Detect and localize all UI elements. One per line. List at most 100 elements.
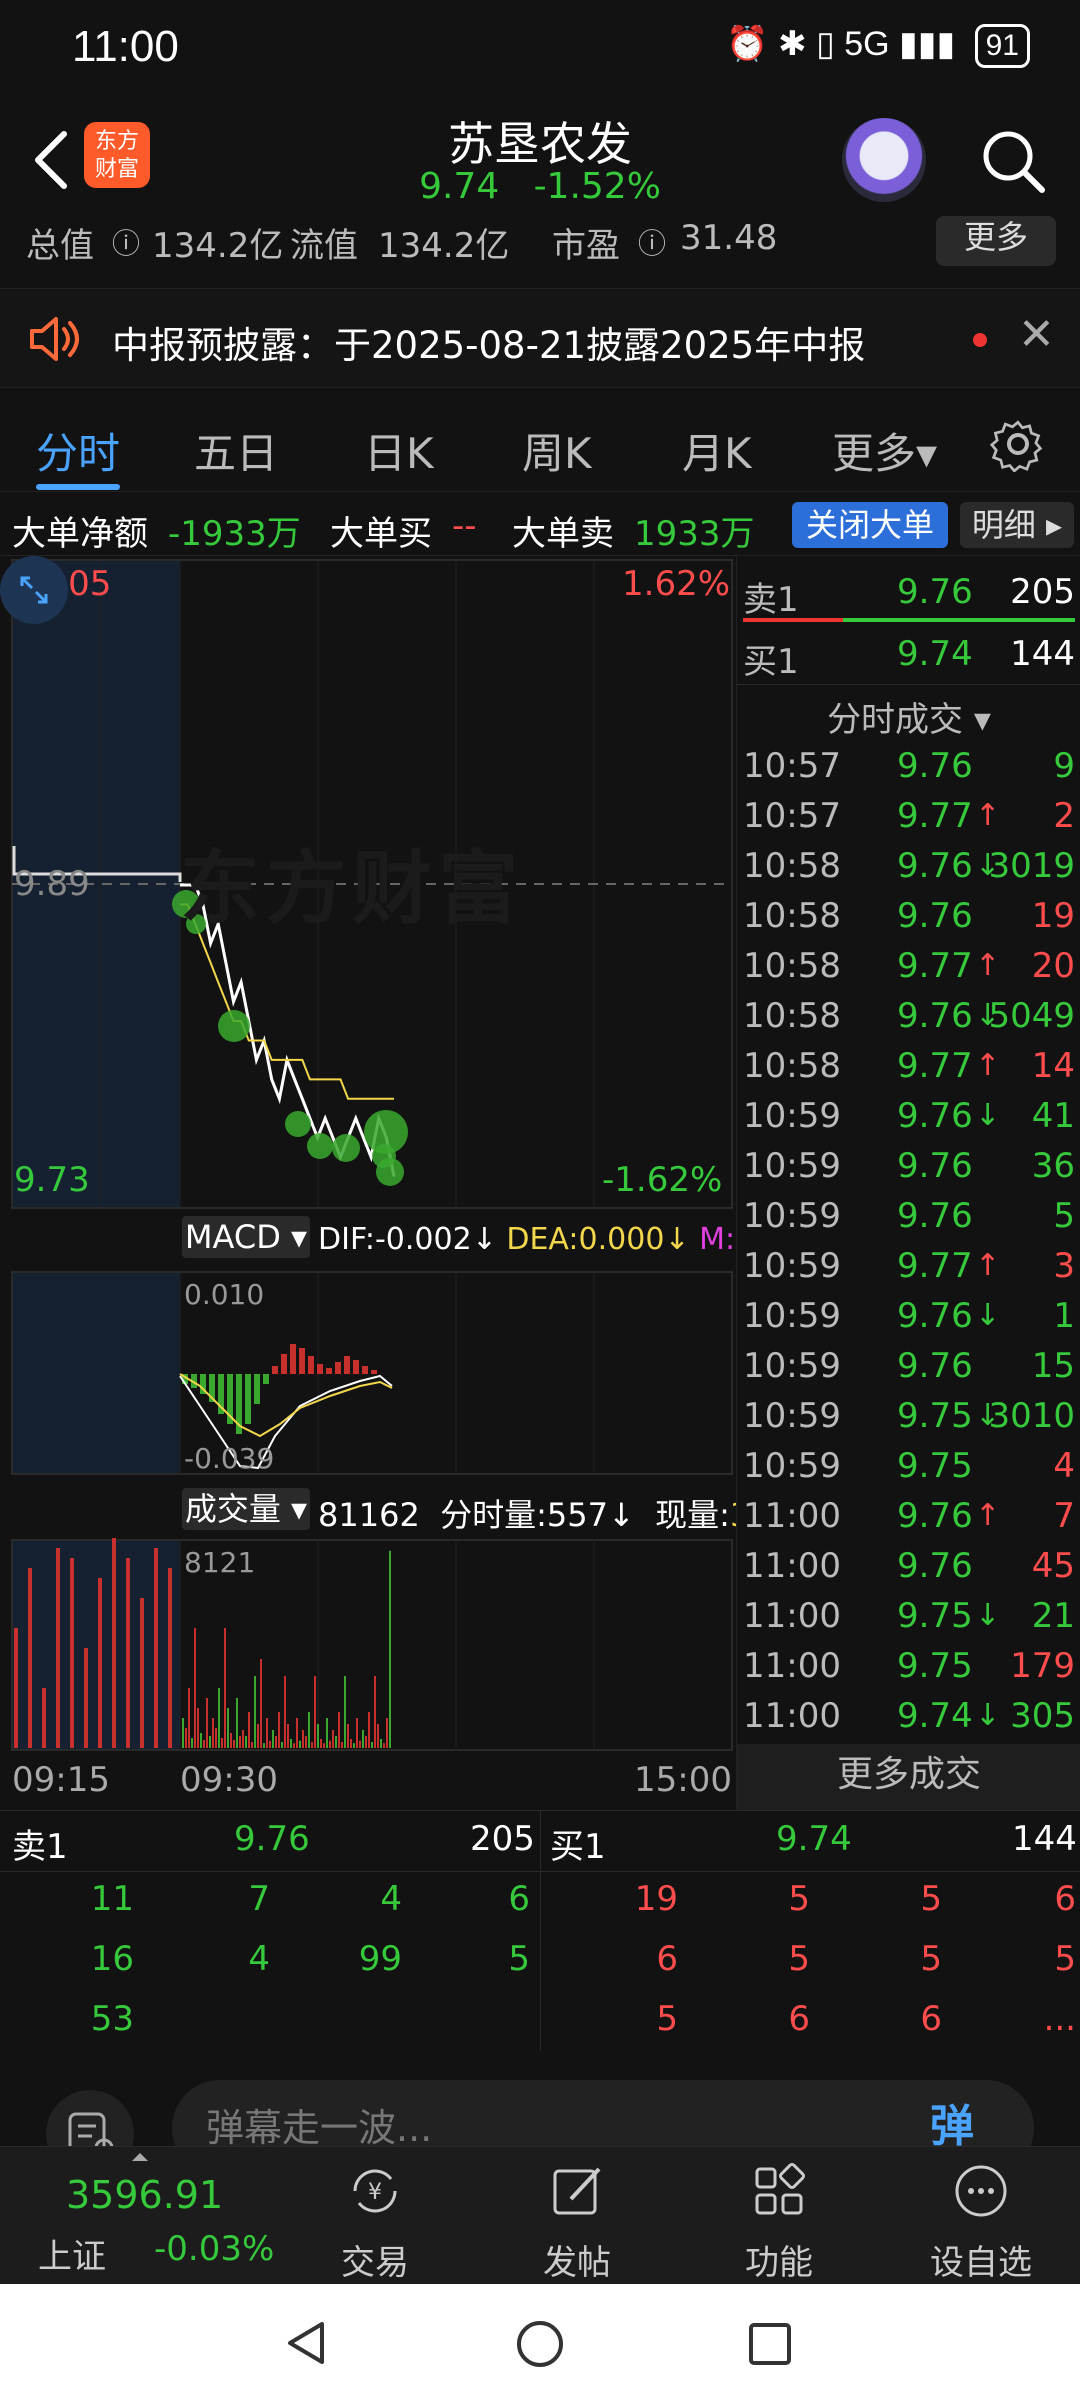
macd-indicator-select[interactable]: MACD ▾ xyxy=(182,1216,310,1258)
trade-price: 9.76 xyxy=(897,846,973,886)
tab-intraday[interactable]: 分时 xyxy=(36,420,120,481)
status-bar: 11:00 ⏰ ✱ ▯ 5G ▮▮▮ 91 xyxy=(0,0,1080,100)
price-low: 9.73 xyxy=(14,1160,90,1200)
queue-ask-cell: 16 xyxy=(90,1939,134,1979)
volume-bar xyxy=(260,1659,262,1748)
trade-price: 9.76 xyxy=(897,1196,973,1236)
svg-text:¥: ¥ xyxy=(368,2180,382,2205)
big-order-bubble xyxy=(285,1111,311,1137)
volume-bar xyxy=(245,1736,247,1748)
queue-bid-volume: 144 xyxy=(1012,1819,1077,1859)
settings-gear-icon[interactable] xyxy=(990,416,1046,472)
search-icon[interactable] xyxy=(978,126,1048,196)
trade-time: 11:00 xyxy=(743,1546,841,1586)
pct-high: 1.62% xyxy=(622,564,731,604)
volume-now-label: 现量: xyxy=(655,1496,730,1534)
trade-row: 10:59 9.75 ↓ 3010 xyxy=(737,1392,1080,1442)
ask-price: 9.76 xyxy=(897,572,973,612)
queue-ask-cell: 7 xyxy=(248,1879,270,1919)
trade-price: 9.76 xyxy=(897,896,973,936)
close-icon[interactable]: ✕ xyxy=(1018,309,1055,360)
volume-indicator-select[interactable]: 成交量 ▾ xyxy=(182,1488,310,1530)
volume-bar xyxy=(218,1688,220,1748)
close-big-order-button[interactable]: 关闭大单 xyxy=(792,502,948,548)
more-trades-button[interactable]: 更多成交 xyxy=(737,1744,1080,1810)
volume-bar xyxy=(194,1628,196,1748)
nav-add-watchlist[interactable]: 设自选 xyxy=(916,2161,1046,2284)
nav-trade[interactable]: ¥ 交易 xyxy=(310,2161,440,2284)
ask-label: 卖1 xyxy=(743,580,799,620)
queue-bid-cell: 6 xyxy=(920,1999,942,2039)
volume-bar xyxy=(275,1736,277,1748)
volume-bar xyxy=(383,1743,385,1748)
detail-button[interactable]: 明细 ▸ xyxy=(960,502,1074,548)
tab-five-day[interactable]: 五日 xyxy=(194,420,278,481)
trade-row: 10:58 9.76 19 xyxy=(737,892,1080,942)
trade-row: 10:58 9.77 ↑ 14 xyxy=(737,1042,1080,1092)
ticks-title[interactable]: 分时成交 ▾ xyxy=(737,692,1080,741)
index-change: -0.03% xyxy=(154,2229,275,2269)
macd-bar xyxy=(326,1368,332,1374)
volume-bar xyxy=(380,1739,382,1748)
trade-time: 10:59 xyxy=(743,1246,841,1286)
volume-bar xyxy=(314,1676,316,1748)
notice-text: 中报预披露：于2025-08-21披露2025年中报 xyxy=(112,324,866,367)
volume-bar xyxy=(272,1730,274,1748)
volume-bar xyxy=(14,1628,18,1748)
nav-trade-label: 交易 xyxy=(341,2243,409,2283)
notice-bar[interactable]: 中报预披露：于2025-08-21披露2025年中报 ✕ xyxy=(0,288,1080,388)
nav-home-icon[interactable] xyxy=(514,2318,566,2370)
volume-bar xyxy=(236,1698,238,1748)
trade-time: 10:57 xyxy=(743,746,841,786)
volume-bar xyxy=(284,1676,286,1748)
big-order-bubble xyxy=(332,1134,360,1162)
expand-icon[interactable] xyxy=(0,556,68,624)
big-order-bubble xyxy=(376,1158,404,1186)
assistant-robot-icon[interactable] xyxy=(842,118,926,202)
nav-recents-icon[interactable] xyxy=(746,2320,794,2368)
total-value-label: 总值 xyxy=(26,226,94,266)
trade-volume: 21 xyxy=(1031,1596,1075,1636)
volume-bar xyxy=(293,1743,295,1748)
trade-time: 11:00 xyxy=(743,1496,841,1536)
queue-bid-cell: 5 xyxy=(656,1999,678,2039)
tab-more[interactable]: 更多▾ xyxy=(832,420,937,481)
queue-ask-label: 卖1 xyxy=(12,1827,68,1867)
trade-price: 9.76 xyxy=(897,1096,973,1136)
trade-price: 9.74 xyxy=(897,1696,973,1736)
nav-back-icon[interactable] xyxy=(282,2318,332,2368)
volume-bar xyxy=(248,1712,250,1748)
tab-monthly-k[interactable]: 月K xyxy=(682,420,752,481)
tab-daily-k[interactable]: 日K xyxy=(364,420,434,481)
more-dots-icon xyxy=(955,2165,1007,2217)
tab-weekly-k[interactable]: 周K xyxy=(522,420,592,481)
nav-post[interactable]: 发帖 xyxy=(512,2161,642,2284)
trade-row: 10:59 9.76 36 xyxy=(737,1142,1080,1192)
volume-bar xyxy=(335,1736,337,1748)
volume-bar xyxy=(323,1743,325,1748)
queue-bid-cell: 6 xyxy=(1054,1879,1076,1919)
trade-price: 9.75 xyxy=(897,1396,973,1436)
index-quote[interactable]: 3596.91 上证 -0.03% xyxy=(0,2147,300,2285)
queue-bid-label: 买1 xyxy=(550,1827,606,1867)
volume-bar xyxy=(338,1712,340,1748)
volume-bar xyxy=(389,1550,391,1748)
trade-time: 10:58 xyxy=(743,946,841,986)
trade-volume: 2 xyxy=(1053,796,1075,836)
queue-bid-cell: 5 xyxy=(788,1939,810,1979)
trade-volume: 9 xyxy=(1053,746,1075,786)
volume-bar xyxy=(305,1736,307,1748)
trade-volume: 5049 xyxy=(988,996,1075,1036)
volume-bar xyxy=(28,1568,32,1748)
trade-time: 10:59 xyxy=(743,1446,841,1486)
danmaku-bar: 弹幕走一波... 弹 xyxy=(0,2070,1080,2178)
trade-row: 11:00 9.74 ↓ 305 xyxy=(737,1692,1080,1742)
trade-time: 11:00 xyxy=(743,1646,841,1686)
float-value: 134.2亿 xyxy=(378,226,510,266)
volume-bar xyxy=(278,1712,280,1748)
more-metrics-button[interactable]: 更多 xyxy=(936,216,1056,266)
nav-functions[interactable]: 功能 xyxy=(714,2161,844,2284)
intraday-chart[interactable]: 10.05 1.62% 9.89 东方财富 9.73 -1.62% MACD ▾… xyxy=(0,556,857,1810)
volume-bar xyxy=(296,1718,298,1748)
ask-row: 卖1 9.76 205 xyxy=(737,566,1080,620)
